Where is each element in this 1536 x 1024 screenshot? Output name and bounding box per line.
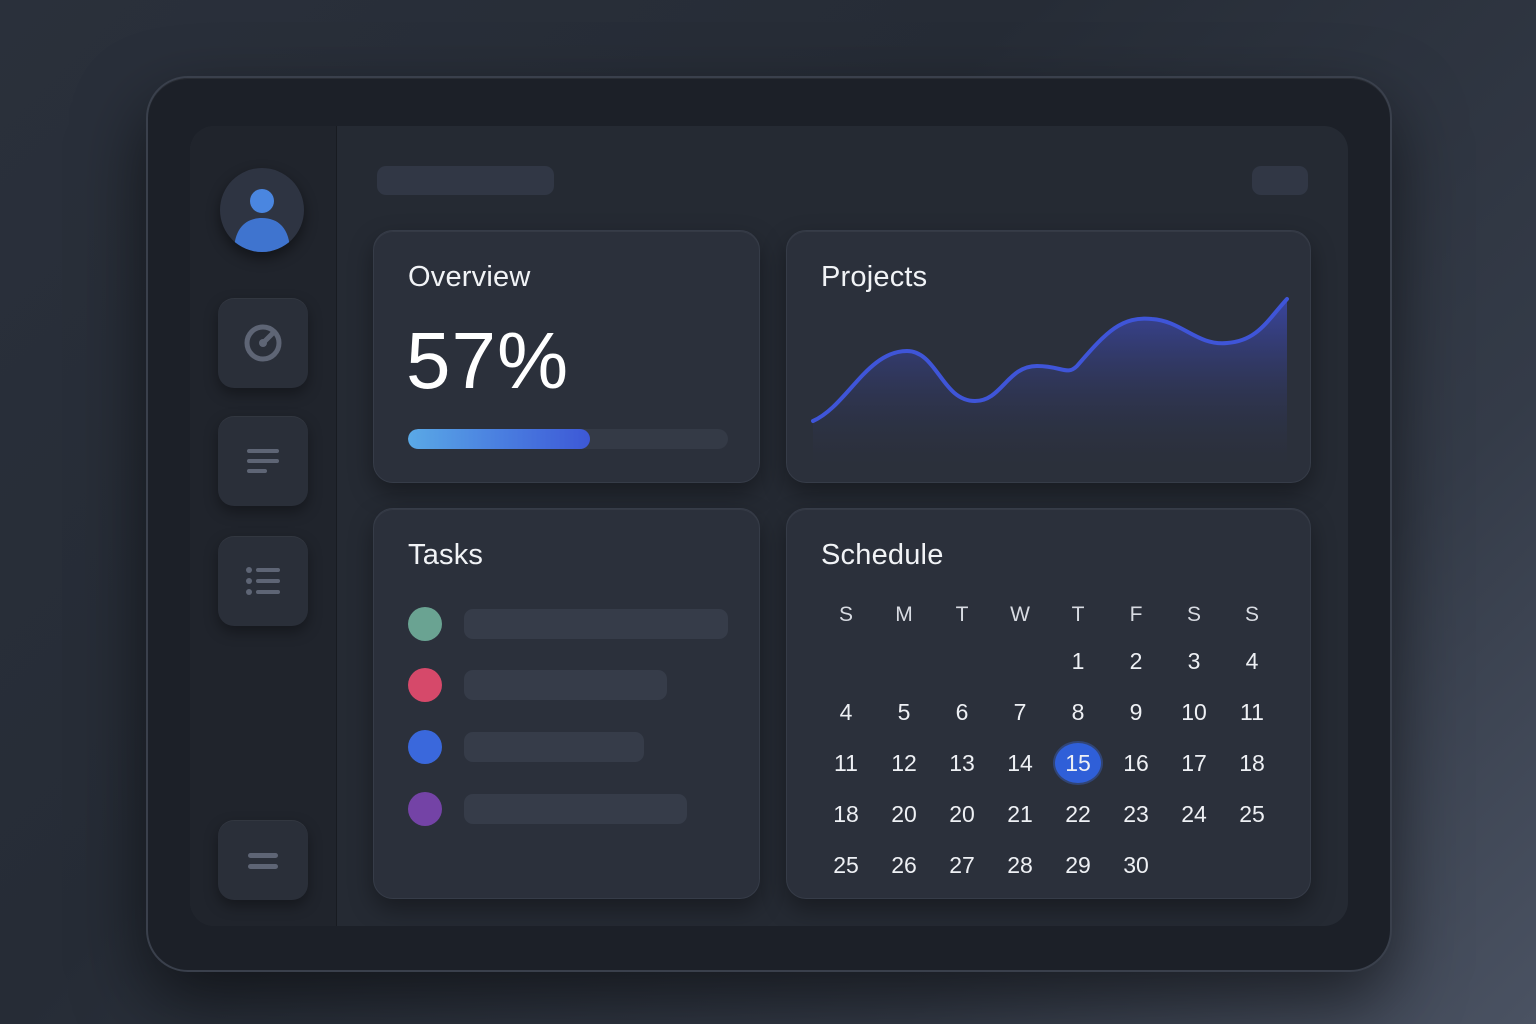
calendar-day[interactable]: 18 [1227, 743, 1277, 783]
task-item[interactable] [408, 730, 728, 764]
calendar-day[interactable]: 3 [1169, 641, 1219, 681]
calendar-day[interactable]: 22 [1053, 794, 1103, 834]
calendar-day[interactable]: 13 [937, 743, 987, 783]
calendar-day[interactable]: 5 [879, 692, 929, 732]
menu-icon [248, 853, 278, 869]
list-icon [246, 567, 280, 595]
sidebar-menu-button[interactable] [218, 820, 308, 900]
task-status-dot [408, 792, 442, 826]
weekday-label: S [838, 603, 853, 626]
overview-title: Overview [408, 261, 531, 293]
calendar-day[interactable]: 11 [1227, 692, 1277, 732]
tasks-card: Tasks [373, 508, 760, 899]
projects-area-fill [813, 299, 1287, 466]
weekday-label: S [1186, 603, 1201, 626]
calendar-day[interactable]: 4 [821, 692, 871, 732]
document-lines-icon [247, 449, 279, 473]
calendar-day[interactable]: 21 [995, 794, 1045, 834]
weekday-label: M [895, 603, 913, 626]
weekday-label: T [955, 603, 969, 626]
calendar-day[interactable]: 18 [821, 794, 871, 834]
overview-progress-fill [408, 429, 591, 449]
task-text-placeholder [464, 609, 728, 639]
calendar-day[interactable]: 14 [995, 743, 1045, 783]
calendar-day[interactable]: 1 [1053, 641, 1103, 681]
calendar-day-selected[interactable]: 15 [1055, 743, 1101, 783]
calendar-day[interactable]: 2 [1111, 641, 1161, 681]
task-item[interactable] [408, 668, 728, 702]
calendar-day[interactable]: 11 [821, 743, 871, 783]
gauge-icon [244, 324, 282, 362]
schedule-title: Schedule [821, 539, 944, 571]
calendar-day[interactable]: 23 [1111, 794, 1161, 834]
task-status-dot [408, 730, 442, 764]
calendar-day[interactable]: 17 [1169, 743, 1219, 783]
overview-card: Overview 57% [373, 230, 760, 483]
calendar-day[interactable]: 20 [937, 794, 987, 834]
task-text-placeholder [464, 794, 687, 824]
weekday-label: W [1010, 603, 1030, 626]
sidebar-item-dashboard[interactable] [218, 298, 308, 388]
calendar-day[interactable]: 30 [1111, 845, 1161, 885]
task-text-placeholder [464, 670, 667, 700]
dashboard-screen: Overview 57% Projects Tasks Schedule S M… [190, 126, 1348, 926]
task-item[interactable] [408, 607, 728, 641]
calendar-day[interactable]: 10 [1169, 692, 1219, 732]
header-action-button[interactable] [1252, 166, 1308, 195]
calendar-day[interactable]: 29 [1053, 845, 1103, 885]
calendar-day[interactable]: 25 [1227, 794, 1277, 834]
task-status-dot [408, 668, 442, 702]
projects-area-chart [811, 297, 1289, 466]
weekday-label: T [1071, 603, 1085, 626]
calendar-day[interactable]: 9 [1111, 692, 1161, 732]
avatar[interactable] [220, 168, 304, 252]
weekday-label: F [1129, 603, 1143, 626]
overview-percentage: 57% [406, 316, 570, 405]
task-status-dot [408, 607, 442, 641]
task-text-placeholder [464, 732, 644, 762]
calendar-day[interactable]: 6 [937, 692, 987, 732]
calendar-day[interactable]: 12 [879, 743, 929, 783]
header-title-placeholder [377, 166, 554, 195]
user-icon [234, 189, 290, 252]
task-item[interactable] [408, 792, 728, 826]
schedule-card: Schedule S M T W T F S S 1 2 3 4 4 5 6 7 8 9 10 11 11 12 13 14 1… [786, 508, 1311, 899]
sidebar-item-list[interactable] [218, 536, 308, 626]
calendar-day[interactable]: 28 [995, 845, 1045, 885]
tasks-title: Tasks [408, 539, 484, 571]
weekday-label: S [1244, 603, 1259, 626]
calendar-day[interactable]: 26 [879, 845, 929, 885]
calendar-day[interactable]: 25 [821, 845, 871, 885]
overview-progress-track [408, 429, 728, 449]
projects-card: Projects [786, 230, 1311, 483]
sidebar [190, 126, 337, 926]
calendar-day[interactable]: 27 [937, 845, 987, 885]
calendar-day[interactable]: 16 [1111, 743, 1161, 783]
calendar-day[interactable]: 7 [995, 692, 1045, 732]
calendar-day[interactable]: 24 [1169, 794, 1219, 834]
calendar-day[interactable]: 4 [1227, 641, 1277, 681]
sidebar-item-documents[interactable] [218, 416, 308, 506]
calendar-day[interactable]: 8 [1053, 692, 1103, 732]
calendar-day[interactable]: 20 [879, 794, 929, 834]
